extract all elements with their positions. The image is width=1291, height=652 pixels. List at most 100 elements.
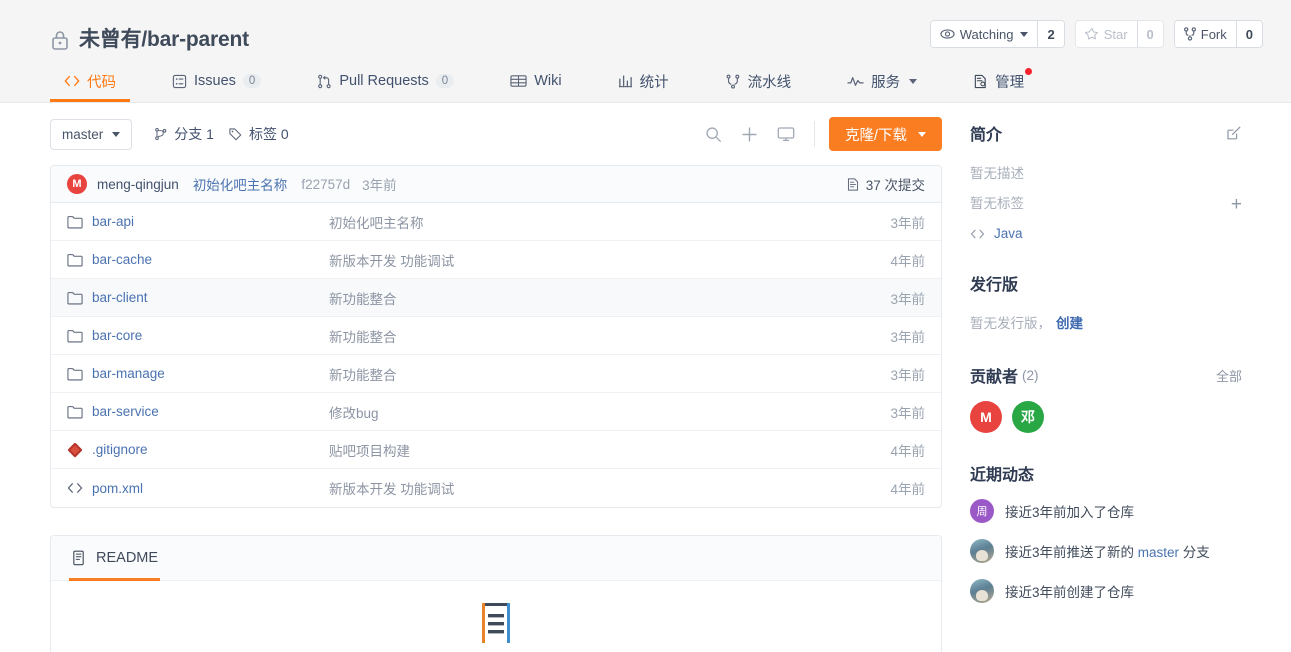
table-row[interactable]: bar-core 新功能整合 3年前 (51, 317, 941, 355)
about-title-row: 简介 (970, 121, 1242, 145)
file-name-cell[interactable]: bar-cache (67, 252, 329, 267)
tab-pull-requests-label: Pull Requests (339, 73, 429, 89)
avatar[interactable]: M (970, 401, 1002, 433)
avatar[interactable] (970, 579, 994, 603)
avatar[interactable] (970, 539, 994, 563)
fork-button[interactable]: Fork (1174, 21, 1237, 47)
contributors-count: (2) (1022, 367, 1039, 383)
contributors-title: 贡献者 (970, 369, 1019, 386)
tab-stats[interactable]: 统计 (604, 60, 683, 102)
about-language[interactable]: Java (970, 219, 1242, 249)
tab-code-label: 代码 (87, 74, 116, 91)
avatar[interactable]: 周 (970, 499, 994, 523)
table-row[interactable]: bar-service 修改bug 3年前 (51, 393, 941, 431)
file-commit-message[interactable]: 贴吧项目构建 (329, 440, 855, 460)
table-row[interactable]: bar-cache 新版本开发 功能调试 4年前 (51, 241, 941, 279)
file-commit-message[interactable]: 新功能整合 (329, 364, 855, 384)
tab-readme[interactable]: README (69, 536, 161, 581)
file-commit-time: 3年前 (890, 291, 925, 307)
fork-button-group[interactable]: Fork 0 (1173, 20, 1263, 48)
table-row[interactable]: .gitignore 贴吧项目构建 4年前 (51, 431, 941, 469)
activity-branch-link[interactable]: master (1138, 545, 1179, 560)
tab-wiki[interactable]: Wiki (496, 60, 575, 102)
repo-name[interactable]: bar-parent (147, 28, 249, 51)
releases-empty-text: 暂无发行版， (970, 316, 1051, 331)
pull-request-icon (317, 74, 332, 89)
commit-author[interactable]: meng-qingjun (97, 177, 179, 192)
fork-count[interactable]: 0 (1236, 21, 1262, 47)
tab-pipeline[interactable]: 流水线 (711, 60, 806, 102)
monitor-icon[interactable] (768, 117, 804, 151)
repo-owner[interactable]: 未曾有 (79, 28, 142, 51)
tab-code[interactable]: 代码 (50, 60, 130, 102)
file-commit-message[interactable]: 新功能整合 (329, 288, 855, 308)
page-body: master 分支 1 标签 0 克隆/下载 M meng-qingjun 初始… (0, 103, 1291, 652)
commits-count-label: 37 次提交 (865, 178, 925, 193)
table-row[interactable]: bar-client 新功能整合 3年前 (51, 279, 941, 317)
commit-message[interactable]: 初始化吧主名称 (193, 174, 288, 194)
issue-icon (172, 74, 187, 89)
latest-commit-bar: M meng-qingjun 初始化吧主名称 f22757d 3年前 37 次提… (51, 166, 941, 203)
code-file-icon (67, 482, 83, 494)
releases-section: 发行版 暂无发行版， 创建 (970, 271, 1242, 339)
tab-pull-requests[interactable]: Pull Requests 0 (303, 60, 468, 102)
star-count[interactable]: 0 (1137, 21, 1163, 47)
contributors-all-link[interactable]: 全部 (1216, 366, 1242, 385)
tab-issues[interactable]: Issues 0 (158, 60, 275, 102)
releases-empty-row: 暂无发行版， 创建 (970, 309, 1242, 339)
watch-label: Watching (959, 26, 1014, 42)
search-icon[interactable] (696, 117, 732, 151)
tab-services-label: 服务 (871, 74, 901, 91)
star-button-group[interactable]: Star 0 (1074, 20, 1164, 48)
branches-link[interactable]: 分支 1 (154, 124, 214, 144)
branch-icon (154, 127, 168, 141)
watch-button-group[interactable]: Watching 2 (929, 20, 1065, 48)
file-name-cell[interactable]: bar-service (67, 404, 329, 419)
activity-text-before: 接近3年前创建了仓库 (1005, 585, 1135, 600)
repo-actions: Watching 2 Star 0 Fork 0 (929, 20, 1263, 48)
tab-wiki-label: Wiki (534, 73, 562, 89)
plus-icon[interactable] (732, 117, 768, 151)
tags-link[interactable]: 标签 0 (228, 124, 289, 144)
tab-issues-label: Issues (194, 73, 236, 89)
plus-icon[interactable]: + (1231, 195, 1242, 214)
tab-pipeline-label: 流水线 (747, 74, 792, 91)
file-name-cell[interactable]: bar-manage (67, 366, 329, 381)
file-commit-time: 4年前 (890, 482, 925, 497)
tab-manage[interactable]: 管理 (959, 60, 1038, 102)
commit-time: 3年前 (362, 178, 397, 193)
about-language-label: Java (994, 226, 1023, 241)
file-name-cell[interactable]: bar-client (67, 290, 329, 305)
file-commit-message[interactable]: 修改bug (329, 402, 855, 422)
folder-icon (67, 329, 83, 343)
branch-selector[interactable]: master (50, 118, 133, 150)
create-release-link[interactable]: 创建 (1056, 309, 1083, 339)
file-commit-message[interactable]: 新版本开发 功能调试 (329, 478, 855, 498)
avatar[interactable]: 邓 (1012, 401, 1044, 433)
table-row[interactable]: bar-api 初始化吧主名称 3年前 (51, 203, 941, 241)
file-commit-message[interactable]: 新功能整合 (329, 326, 855, 346)
commits-count-link[interactable]: 37 次提交 (846, 174, 925, 194)
table-row[interactable]: pom.xml 新版本开发 功能调试 4年前 (51, 469, 941, 507)
avatar[interactable]: M (67, 174, 87, 194)
file-name-cell[interactable]: bar-core (67, 328, 329, 343)
file-commit-message[interactable]: 初始化吧主名称 (329, 212, 855, 232)
commit-sha[interactable]: f22757d (301, 177, 350, 192)
file-commit-message[interactable]: 新版本开发 功能调试 (329, 250, 855, 270)
edit-icon[interactable] (1226, 125, 1242, 141)
watch-count[interactable]: 2 (1038, 21, 1064, 47)
table-row[interactable]: bar-manage 新功能整合 3年前 (51, 355, 941, 393)
file-name-cell[interactable]: .gitignore (67, 442, 329, 458)
clone-download-button[interactable]: 克隆/下载 (828, 117, 942, 151)
tab-services[interactable]: 服务 (833, 60, 931, 102)
fork-label: Fork (1200, 26, 1227, 42)
main-column: master 分支 1 标签 0 克隆/下载 M meng-qingjun 初始… (50, 103, 942, 652)
list-item: 接近3年前推送了新的 master 分支 (970, 539, 1242, 563)
tab-pull-requests-badge: 0 (435, 74, 455, 88)
file-name-cell[interactable]: pom.xml (67, 481, 329, 496)
file-commit-time: 3年前 (890, 405, 925, 421)
file-name-cell[interactable]: bar-api (67, 214, 329, 229)
watch-button[interactable]: Watching (930, 21, 1039, 47)
tab-stats-label: 统计 (639, 74, 669, 91)
star-button[interactable]: Star (1075, 21, 1138, 47)
